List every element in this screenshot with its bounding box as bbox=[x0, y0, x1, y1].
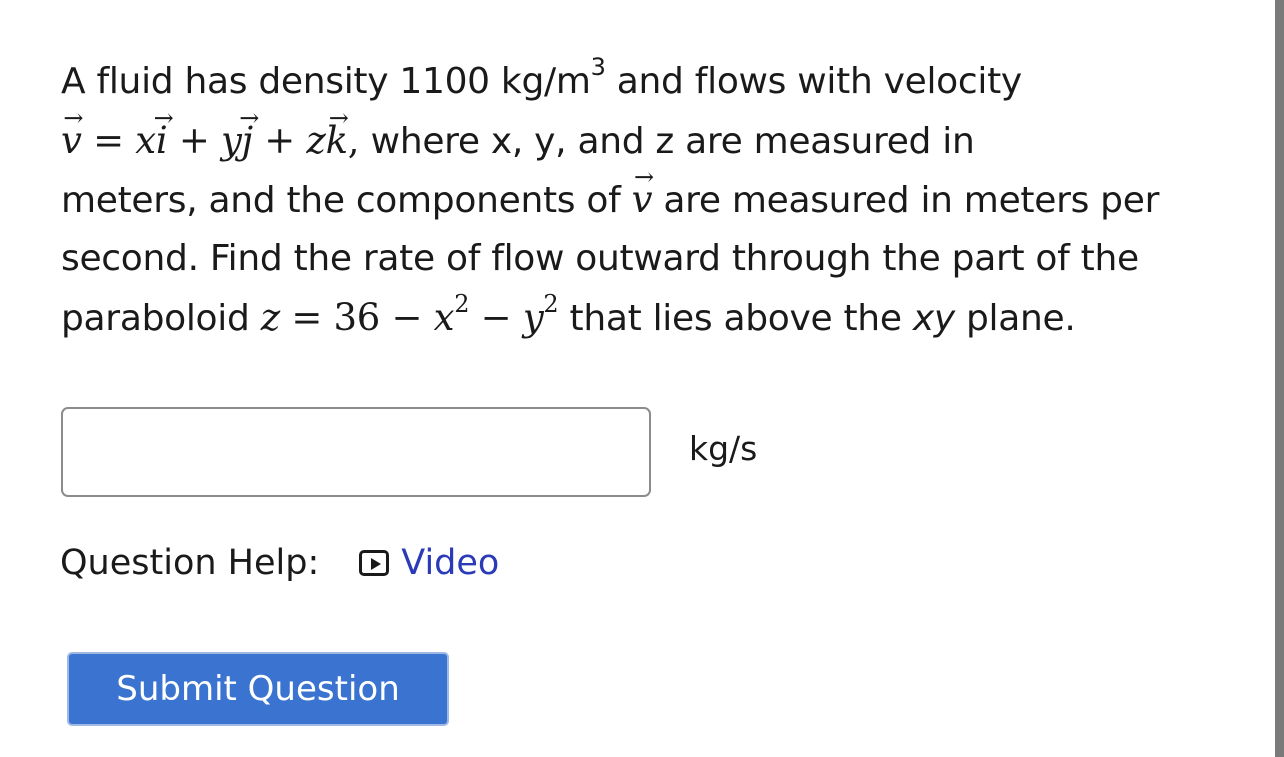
equals-sign: = bbox=[279, 296, 334, 339]
question-text-measured: are measured in meters per bbox=[652, 180, 1160, 221]
answer-row: kg/s bbox=[61, 407, 757, 497]
plus-sign: + bbox=[167, 119, 221, 162]
constant-36: 36 bbox=[333, 296, 381, 339]
answer-unit: kg/s bbox=[689, 428, 758, 468]
vector-i: i bbox=[156, 111, 168, 170]
answer-input[interactable] bbox=[61, 407, 651, 497]
question-line-3: meters, and the components of v are meas… bbox=[61, 170, 1241, 229]
question-text-paraboloid: paraboloid bbox=[61, 298, 261, 339]
minus-sign: − bbox=[469, 296, 523, 339]
question-line-5: paraboloid z = 36 − x2 − y2 that lies ab… bbox=[61, 288, 1241, 347]
equals-sign: = bbox=[81, 119, 136, 162]
question-text-velocity: and flows with velocity bbox=[605, 61, 1022, 102]
minus-sign: − bbox=[380, 296, 434, 339]
vector-j: j bbox=[242, 111, 253, 170]
velocity-equation: v = xi + yj + zk, bbox=[61, 119, 371, 162]
var-y: y bbox=[522, 296, 544, 339]
question-text-plane: plane. bbox=[954, 298, 1076, 339]
vector-v: v bbox=[61, 111, 82, 170]
question-text-lies-above: that lies above the bbox=[558, 298, 913, 339]
question-text-xy: xy bbox=[912, 298, 955, 339]
question-line-1: A fluid has density 1100 kg/m3 and flows… bbox=[61, 52, 1241, 111]
question-help: Question Help: Video bbox=[60, 543, 499, 583]
var-z: z bbox=[260, 296, 281, 339]
var-z: z bbox=[306, 119, 326, 162]
question-help-label: Question Help: bbox=[60, 543, 320, 583]
submit-question-button[interactable]: Submit Question bbox=[67, 652, 449, 726]
paraboloid-equation: z = 36 − x2 − y2 bbox=[260, 292, 559, 339]
comma: , bbox=[347, 119, 371, 162]
question-text-components: meters, and the components of bbox=[61, 180, 632, 221]
video-link-label: Video bbox=[401, 543, 500, 583]
exponent: 2 bbox=[454, 290, 470, 318]
exponent: 3 bbox=[590, 53, 606, 81]
scrollbar[interactable] bbox=[1275, 0, 1284, 757]
vector-k: k bbox=[326, 111, 348, 170]
play-icon bbox=[359, 550, 390, 576]
vector-v: v bbox=[632, 170, 653, 229]
question-line-4: second. Find the rate of flow outward th… bbox=[61, 238, 1139, 279]
question-text: A fluid has density 1100 kg/m3 and flows… bbox=[61, 52, 1241, 347]
var-x: x bbox=[433, 296, 455, 339]
video-link[interactable]: Video bbox=[359, 543, 499, 583]
question-text-density: A fluid has density 1100 kg/m bbox=[61, 61, 591, 102]
question-text-units: where x, y, and z are measured in bbox=[370, 121, 975, 162]
plus-sign: + bbox=[252, 119, 307, 162]
exponent: 2 bbox=[543, 290, 559, 318]
